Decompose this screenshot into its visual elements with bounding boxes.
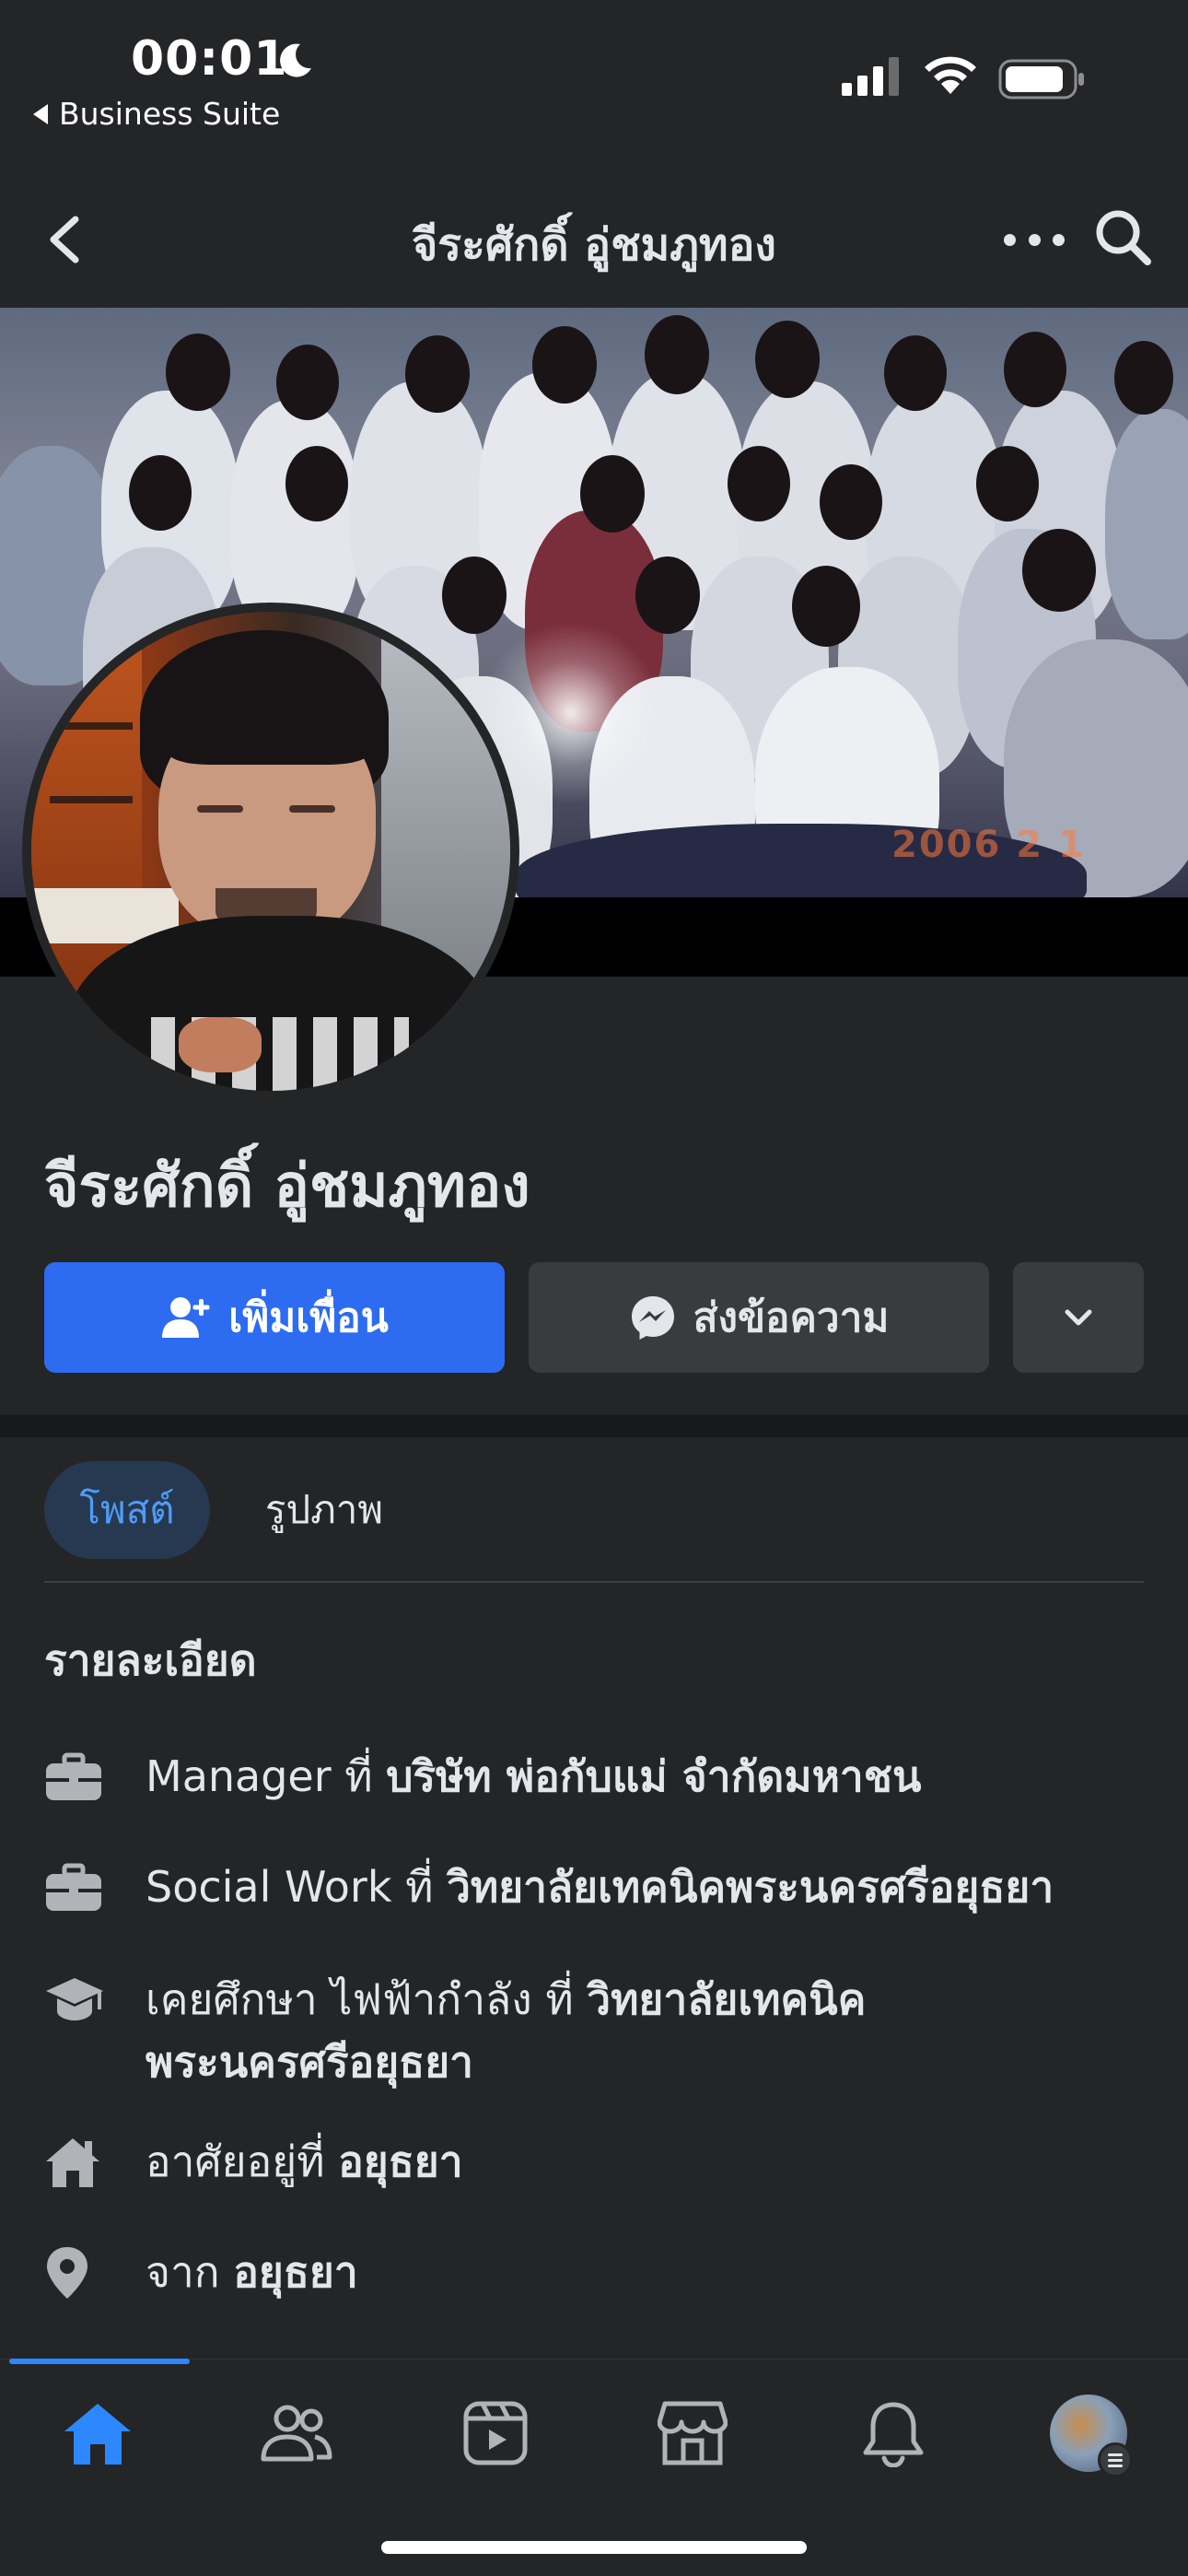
message-button[interactable]: ส่งข้อความ xyxy=(529,1262,989,1373)
detail-value[interactable]: วิทยาลัยเทคนิคพระนครศรีอยุธยา xyxy=(447,1862,1054,1912)
back-app-label: Business Suite xyxy=(59,96,281,132)
detail-prefix: เคยศึกษา ไฟฟ้ากำลัง ที่ xyxy=(146,1974,588,2024)
more-options-button[interactable] xyxy=(1013,1262,1144,1373)
location-pin-icon xyxy=(47,2247,87,2299)
moon-icon xyxy=(280,43,311,77)
tab-profile-menu[interactable] xyxy=(1042,2392,1135,2477)
status-bar: 00:01 Business Suite xyxy=(0,0,1188,157)
detail-prefix: Social Work ที่ xyxy=(146,1862,448,1912)
friends-icon xyxy=(261,2405,332,2462)
detail-item-lives-in: อาศัยอยู่ที่ อยุธยา xyxy=(44,2130,1149,2195)
home-indicator[interactable] xyxy=(381,2541,807,2554)
add-friend-button[interactable]: เพิ่มเพื่อน xyxy=(44,1262,505,1373)
more-dots-icon[interactable] xyxy=(1004,214,1065,265)
search-icon[interactable] xyxy=(1092,206,1153,267)
avatar-image xyxy=(31,612,510,1091)
cover-date-stamp: 2006 2 1 xyxy=(891,824,1086,866)
wifi-icon xyxy=(925,56,976,94)
detail-item-education: เคยศึกษา ไฟฟ้ากำลัง ที่ วิทยาลัยเทคนิค พ… xyxy=(44,1968,1149,2093)
active-tab-indicator xyxy=(9,2359,190,2364)
details-heading: รายละเอียด xyxy=(44,1635,257,1685)
add-person-icon xyxy=(162,1297,210,1338)
tab-posts[interactable]: โพสต์ xyxy=(44,1461,210,1559)
tab-notifications[interactable] xyxy=(847,2392,939,2475)
detail-value[interactable]: อยุธยา xyxy=(233,2247,357,2297)
detail-item-from: จาก อยุธยา xyxy=(44,2241,1149,2305)
tab-watch[interactable] xyxy=(449,2392,542,2475)
detail-item-work-2: Social Work ที่ วิทยาลัยเทคนิคพระนครศรีอ… xyxy=(44,1856,1149,1920)
detail-prefix: จาก xyxy=(146,2247,234,2297)
graduation-cap-icon xyxy=(46,1978,103,2020)
profile-screen: 00:01 Business Suite จีระศักดิ์ อู่ชมภูท… xyxy=(0,0,1188,2576)
tab-home[interactable] xyxy=(52,2392,144,2475)
tab-friends[interactable] xyxy=(250,2392,343,2475)
home-icon xyxy=(46,2138,99,2187)
briefcase-icon xyxy=(46,1752,101,1800)
message-label: ส่งข้อความ xyxy=(693,1294,890,1341)
top-nav: จีระศักดิ์ อู่ชมภูทอง xyxy=(0,175,1188,304)
detail-value[interactable]: บริษัท พ่อกับแม่ จำกัดมหาชน xyxy=(386,1751,921,1801)
chevron-down-icon xyxy=(1065,1309,1092,1326)
video-icon xyxy=(463,2401,528,2465)
menu-icon xyxy=(1098,2442,1133,2477)
profile-name: จีระศักดิ์ อู่ชมภูทอง xyxy=(44,1153,530,1221)
profile-avatar[interactable] xyxy=(22,603,519,1100)
cellular-signal-icon xyxy=(842,57,899,96)
back-triangle-icon xyxy=(33,103,48,124)
tab-marketplace[interactable] xyxy=(646,2392,739,2475)
battery-icon xyxy=(998,59,1084,100)
profile-thumbnail xyxy=(1050,2395,1133,2477)
marketplace-icon xyxy=(658,2401,728,2465)
briefcase-icon xyxy=(46,1863,101,1911)
add-friend-label: เพิ่มเพื่อน xyxy=(228,1294,389,1341)
home-icon xyxy=(64,2404,131,2465)
status-time: 00:01 xyxy=(131,31,288,87)
bell-icon xyxy=(863,2402,924,2467)
detail-prefix: Manager ที่ xyxy=(146,1751,387,1801)
detail-prefix: อาศัยอยู่ที่ xyxy=(146,2137,339,2186)
tab-photos[interactable]: รูปภาพ xyxy=(241,1461,407,1559)
detail-value[interactable]: อยุธยา xyxy=(338,2137,462,2186)
detail-item-work-1: Manager ที่ บริษัท พ่อกับแม่ จำกัดมหาชน xyxy=(44,1745,1149,1809)
section-divider xyxy=(0,1415,1188,1437)
back-to-app-link[interactable]: Business Suite xyxy=(33,96,280,132)
messenger-icon xyxy=(631,1296,674,1340)
tab-divider xyxy=(44,1581,1144,1583)
